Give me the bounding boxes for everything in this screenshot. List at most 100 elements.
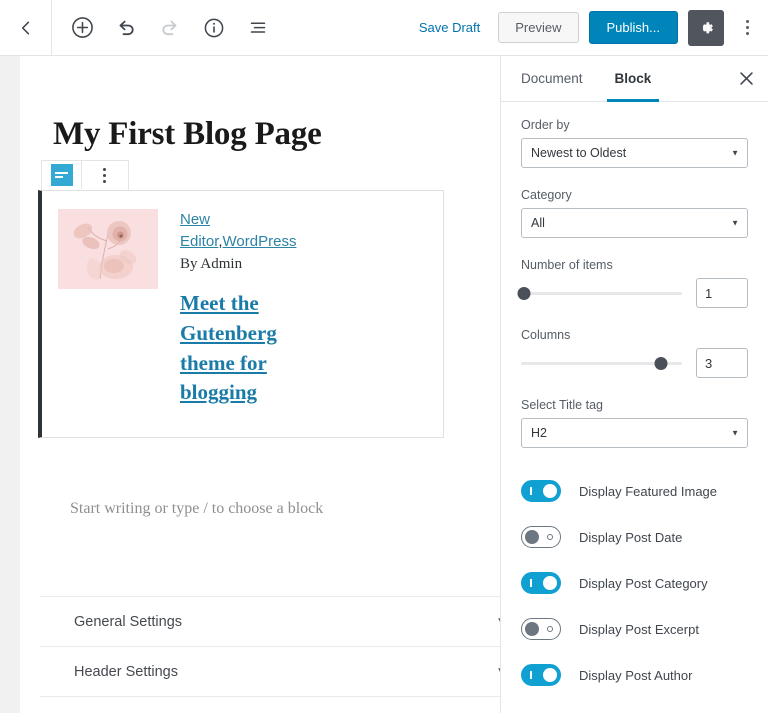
- toggle-mark: [530, 671, 532, 679]
- toolbar-actions: Save Draft Preview Publish...: [411, 9, 768, 46]
- toggle-knob: [543, 484, 557, 498]
- list-view-icon: [250, 21, 266, 33]
- toggle-row-display-post-excerpt: Display Post Excerpt: [521, 606, 748, 652]
- field-number-of-items: Number of items: [517, 258, 748, 308]
- chevron-down-icon: ▼: [731, 428, 739, 438]
- display-toggles-list: Display Featured Image Display Post Date…: [521, 468, 748, 698]
- toggle-row-display-featured-image: Display Featured Image: [521, 468, 748, 514]
- dot: [102, 173, 106, 177]
- toggle-label: Display Post Author: [579, 667, 693, 683]
- page-title[interactable]: My First Blog Page: [20, 56, 500, 152]
- toggle-label: Display Post Category: [579, 575, 708, 591]
- field-label: Columns: [521, 328, 571, 342]
- theme-settings-accordion: General Settings ▼ Header Settings ▼ Foo…: [40, 596, 500, 713]
- undo-button[interactable]: [108, 10, 144, 46]
- toggle-display-post-date[interactable]: [521, 526, 561, 548]
- columns-control: [521, 348, 748, 378]
- category-select[interactable]: All ▼: [521, 208, 748, 238]
- columns-input[interactable]: [696, 348, 748, 378]
- accordion-label: Header Settings: [74, 663, 178, 680]
- toggle-label: Display Featured Image: [579, 483, 718, 499]
- close-sidebar-button[interactable]: [724, 56, 768, 101]
- category-link-new[interactable]: New: [180, 211, 210, 228]
- list-view-button[interactable]: [240, 10, 276, 46]
- close-icon: [739, 72, 753, 85]
- toggle-row-display-post-date: Display Post Date: [521, 514, 748, 560]
- selected-block[interactable]: New Editor,WordPress By Admin Meet the G…: [38, 160, 444, 438]
- slider-thumb[interactable]: [517, 286, 531, 300]
- chevron-down-icon: ▼: [731, 148, 739, 158]
- toggle-display-post-author[interactable]: [521, 664, 561, 686]
- field-title-tag: Select Title tag H2 ▼: [521, 398, 748, 448]
- add-block-button[interactable]: [64, 10, 100, 46]
- undo-arrow-icon: [119, 20, 134, 35]
- redo-button[interactable]: [152, 10, 188, 46]
- featured-image: [58, 209, 158, 289]
- more-options-button[interactable]: [734, 10, 760, 46]
- toggle-mark: [547, 626, 553, 632]
- back-button[interactable]: [0, 0, 52, 55]
- dot: [745, 32, 749, 35]
- toggle-row-display-post-author: Display Post Author: [521, 652, 748, 698]
- publish-button[interactable]: Publish...: [588, 11, 678, 44]
- accordion-row-header-settings[interactable]: Header Settings ▼: [40, 646, 500, 696]
- editor-top-toolbar: Save Draft Preview Publish...: [0, 0, 768, 56]
- toggle-knob: [543, 668, 557, 682]
- tab-document[interactable]: Document: [501, 56, 599, 101]
- category-link-wordpress[interactable]: WordPress: [223, 233, 297, 250]
- accordion-label: General Settings: [74, 613, 183, 630]
- toggle-label: Display Post Date: [579, 529, 683, 545]
- field-category: Category All ▼: [521, 188, 748, 238]
- title-tag-select[interactable]: H2 ▼: [521, 418, 748, 448]
- latest-posts-block-body[interactable]: New Editor,WordPress By Admin Meet the G…: [38, 190, 444, 438]
- dot: [745, 20, 749, 23]
- order-by-select[interactable]: Newest to Oldest ▼: [521, 138, 748, 168]
- post-title-link[interactable]: Meet the Gutenberg theme for blogging: [180, 291, 277, 404]
- empty-block-placeholder[interactable]: Start writing or type / to choose a bloc…: [70, 500, 323, 518]
- toggle-mark: [530, 579, 532, 587]
- content-info-button[interactable]: [196, 10, 232, 46]
- accordion-row-footer-settings[interactable]: Footer Settings ▼: [40, 696, 500, 713]
- select-value: All: [531, 216, 545, 230]
- columns-slider[interactable]: [521, 353, 682, 373]
- block-more-options-button[interactable]: [82, 161, 126, 189]
- number-of-items-control: [517, 278, 748, 308]
- post-card-text: New Editor,WordPress By Admin Meet the G…: [180, 209, 305, 437]
- toggle-display-post-excerpt[interactable]: [521, 618, 561, 640]
- settings-gear-button[interactable]: [688, 9, 724, 46]
- editor-canvas[interactable]: My First Blog Page New Editor,WordPress …: [20, 56, 500, 713]
- field-label: Order by: [521, 118, 570, 132]
- save-draft-button[interactable]: Save Draft: [411, 14, 488, 41]
- block-type-button[interactable]: [42, 161, 82, 189]
- number-of-items-input[interactable]: [696, 278, 748, 308]
- pink-floral-image: [58, 209, 158, 289]
- toggle-mark: [530, 487, 532, 495]
- select-value: H2: [531, 426, 547, 440]
- field-label: Select Title tag: [521, 398, 603, 412]
- slider-track: [521, 291, 682, 295]
- post-title-heading: Meet the Gutenberg theme for blogging: [180, 289, 305, 408]
- left-gutter: [0, 56, 20, 713]
- number-of-items-slider[interactable]: [517, 283, 682, 303]
- latest-posts-block-icon: [50, 164, 73, 186]
- category-link-editor[interactable]: Editor: [180, 233, 218, 250]
- dot: [745, 26, 749, 29]
- post-categories: New Editor,WordPress: [180, 209, 305, 253]
- toggle-label: Display Post Excerpt: [579, 621, 699, 637]
- toggle-display-featured-image[interactable]: [521, 480, 561, 502]
- slider-thumb[interactable]: [654, 356, 668, 370]
- toggle-knob: [543, 576, 557, 590]
- sidebar-panel: Order by Newest to Oldest ▼ Category All…: [501, 102, 768, 698]
- toolbar-tool-group: [52, 10, 276, 46]
- select-value: Newest to Oldest: [531, 146, 627, 160]
- block-settings-sidebar: Document Block Order by Newest to Oldest…: [500, 56, 768, 713]
- tab-block[interactable]: Block: [599, 56, 668, 102]
- preview-button[interactable]: Preview: [498, 12, 579, 43]
- toggle-mark: [547, 534, 553, 540]
- accordion-row-general-settings[interactable]: General Settings ▼: [40, 596, 500, 646]
- dot: [102, 167, 106, 171]
- toggle-row-display-post-category: Display Post Category: [521, 560, 748, 606]
- toggle-display-post-category[interactable]: [521, 572, 561, 594]
- field-columns: Columns: [521, 328, 748, 378]
- info-circle-icon: [204, 18, 224, 37]
